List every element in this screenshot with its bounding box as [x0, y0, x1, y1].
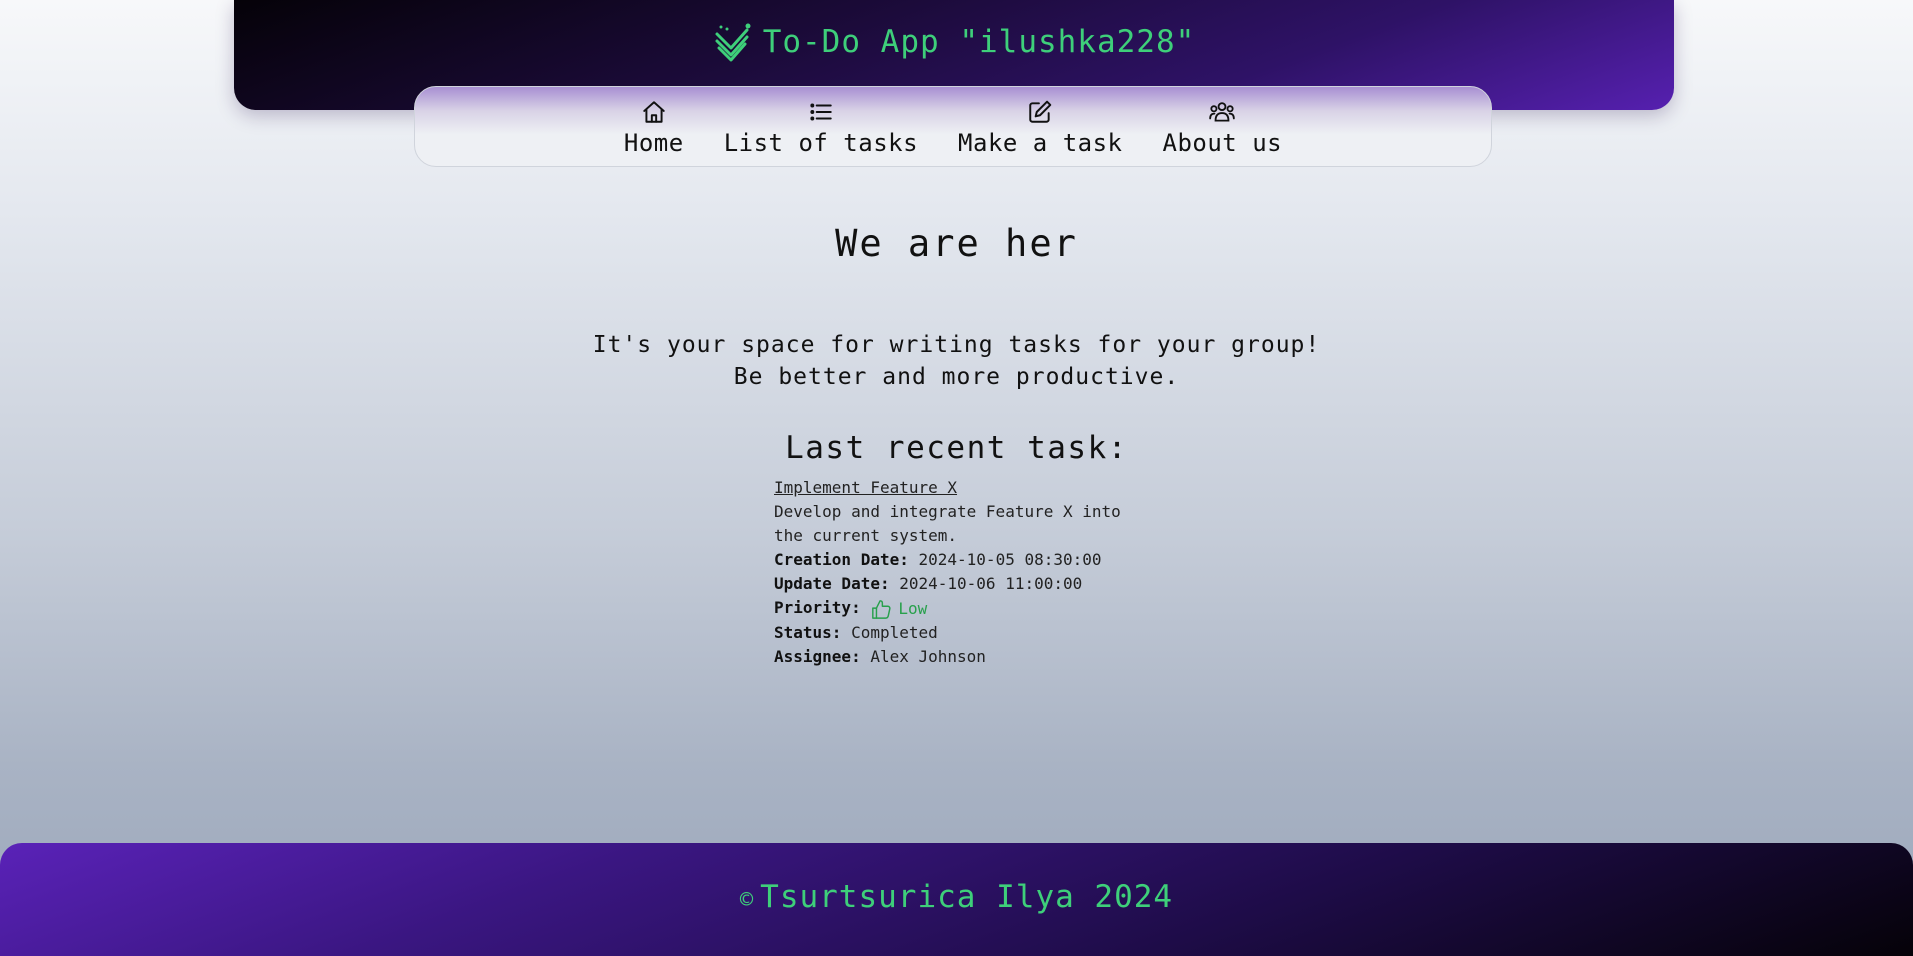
- status-label: Status:: [774, 622, 842, 642]
- app-title: To-Do App "ilushka228": [762, 24, 1196, 60]
- copyright-symbol: ©: [739, 888, 755, 913]
- nav-item-list-of-tasks[interactable]: List of tasks: [724, 99, 918, 157]
- status-value: Completed: [851, 622, 938, 642]
- main-nav: Home List of tasks Make a task About us: [414, 86, 1492, 167]
- assignee-value: Alex Johnson: [870, 646, 986, 666]
- priority-label: Priority:: [774, 598, 861, 617]
- brand[interactable]: To-Do App "ilushka228": [234, 22, 1674, 62]
- task-update-date: Update Date: 2024-10-06 11:00:00: [774, 572, 1144, 596]
- intro-text: It's your space for writing tasks for yo…: [0, 329, 1913, 393]
- recent-task-heading: Last recent task:: [785, 430, 1128, 466]
- creation-date-value: 2024-10-05 08:30:00: [918, 550, 1102, 569]
- intro-line: It's your space for writing tasks for yo…: [592, 332, 1321, 358]
- home-icon: [641, 99, 667, 129]
- users-icon: [1208, 99, 1236, 129]
- task-assignee: Assignee: Alex Johnson: [774, 645, 1144, 669]
- footer-copyright: © Tsurtsurica Ilya 2024: [0, 879, 1913, 915]
- creation-date-label: Creation Date:: [774, 550, 909, 569]
- assignee-label: Assignee:: [774, 646, 861, 666]
- nav-label-list-of-tasks: List of tasks: [723, 129, 919, 157]
- priority-text: Low: [898, 598, 928, 618]
- nav-label-make-a-task: Make a task: [958, 129, 1123, 157]
- nav-item-make-a-task[interactable]: Make a task: [958, 99, 1122, 157]
- nav-item-about-us[interactable]: About us: [1163, 99, 1283, 157]
- update-date-value: 2024-10-06 11:00:00: [899, 574, 1083, 593]
- thumbs-up-icon: [870, 599, 892, 619]
- check-stack-icon: [713, 22, 753, 62]
- task-title-link[interactable]: Implement Feature X: [774, 478, 957, 497]
- edit-icon: [1027, 99, 1053, 129]
- intro-line: Be better and more productive.: [733, 364, 1180, 390]
- update-date-label: Update Date:: [774, 574, 890, 593]
- nav-label-about-us: About us: [1162, 129, 1283, 157]
- recent-task-card: Implement Feature X Develop and integrat…: [774, 476, 1144, 669]
- task-status: Status: Completed: [774, 621, 1144, 645]
- page-title: We are her: [835, 222, 1078, 265]
- nav-item-home[interactable]: Home: [624, 99, 684, 157]
- task-priority: Priority: Low: [774, 596, 1144, 621]
- task-description: Develop and integrate Feature X into the…: [774, 502, 1121, 545]
- app-footer: © Tsurtsurica Ilya 2024: [0, 843, 1913, 956]
- footer-author: Tsurtsurica Ilya 2024: [760, 879, 1174, 915]
- list-icon: [808, 99, 834, 129]
- priority-value: Low: [870, 597, 927, 621]
- task-creation-date: Creation Date: 2024-10-05 08:30:00: [774, 548, 1144, 572]
- nav-label-home: Home: [623, 129, 684, 157]
